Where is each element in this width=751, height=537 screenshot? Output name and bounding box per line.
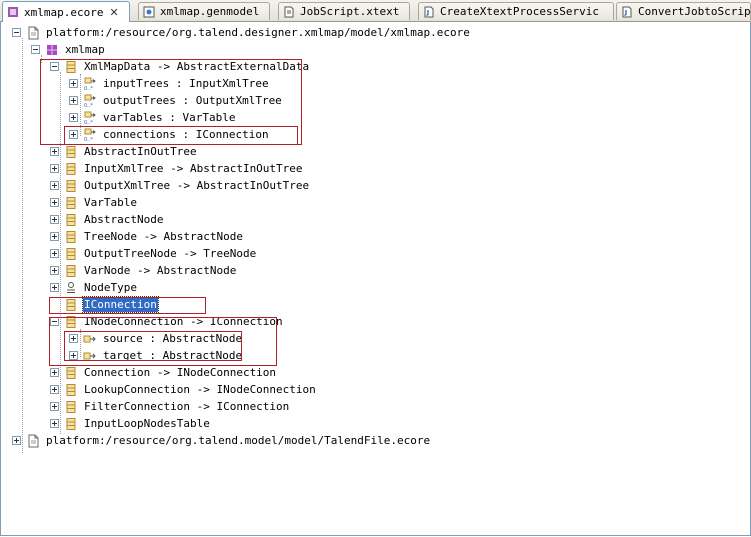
eclass-icon	[64, 417, 78, 431]
tree-item-label: AbstractNode	[84, 213, 164, 226]
close-icon[interactable]: ✕	[109, 6, 118, 19]
tree-guide-line	[22, 38, 23, 453]
tree-item-xmlmap[interactable]: xmlmap	[31, 41, 106, 58]
text-file-icon	[284, 6, 294, 17]
highlight-box	[49, 297, 206, 314]
eclass-icon	[64, 247, 78, 261]
expand-icon[interactable]	[50, 402, 59, 411]
tree-item-label: AbstractInOutTree	[84, 145, 197, 158]
eclass-icon	[64, 264, 78, 278]
tree-item-platform-resource-org-talend-model-model[interactable]: platform:/resource/org.talend.model/mode…	[12, 432, 431, 449]
eclass-icon	[64, 145, 78, 159]
tree-item-label: Connection -> INodeConnection	[84, 366, 277, 379]
collapse-icon[interactable]	[31, 45, 40, 54]
tree-item-label: InputLoopNodesTable	[84, 417, 210, 430]
eclass-icon	[64, 179, 78, 193]
collapse-icon[interactable]	[12, 28, 21, 37]
tree-item-treenode-abstractnode[interactable]: TreeNode -> AbstractNode	[50, 228, 244, 245]
tree-item-label: VarNode -> AbstractNode	[84, 264, 237, 277]
highlight-box	[64, 331, 242, 361]
tab-label: xmlmap.ecore	[24, 5, 104, 19]
tree-item-label: xmlmap	[65, 43, 105, 56]
tree-item-connection-inodeconnection[interactable]: Connection -> INodeConnection	[50, 364, 277, 381]
tree-item-label: NodeType	[84, 281, 137, 294]
expand-icon[interactable]	[50, 147, 59, 156]
expand-icon[interactable]	[50, 181, 59, 190]
expand-icon[interactable]	[50, 419, 59, 428]
eclass-icon	[64, 213, 78, 227]
expand-icon[interactable]	[50, 266, 59, 275]
expand-icon[interactable]	[50, 283, 59, 292]
expand-icon[interactable]	[50, 385, 59, 394]
editor-tab-bar: xmlmap.ecore ✕ xmlmap.genmodel JobScript…	[0, 0, 751, 22]
eclass-icon	[64, 162, 78, 176]
tree-item-label: OutputXmlTree -> AbstractInOutTree	[84, 179, 310, 192]
tree-item-lookupconnection-inodeconnection[interactable]: LookupConnection -> INodeConnection	[50, 381, 317, 398]
expand-icon[interactable]	[50, 164, 59, 173]
tab-xmlmap-genmodel[interactable]: xmlmap.genmodel	[138, 2, 270, 20]
genmodel-file-icon	[143, 6, 155, 17]
eclass-icon	[64, 230, 78, 244]
expand-icon[interactable]	[50, 198, 59, 207]
tab-convert-jobto-script[interactable]: ConvertJobtoScriptH	[616, 2, 751, 20]
tree-item-label: InputXmlTree -> AbstractInOutTree	[84, 162, 303, 175]
resource-file-icon	[26, 434, 40, 448]
tree-item-label: LookupConnection -> INodeConnection	[84, 383, 316, 396]
highlight-box	[64, 126, 298, 145]
tab-label: CreateXtextProcessServic	[440, 5, 599, 18]
tab-jobscript-xtext[interactable]: JobScript.xtext	[278, 2, 410, 20]
tree-item-platform-resource-org-talend-designer-xm[interactable]: platform:/resource/org.talend.designer.x…	[12, 24, 471, 41]
tree-item-outputtreenode-treenode[interactable]: OutputTreeNode -> TreeNode	[50, 245, 257, 262]
expand-icon[interactable]	[50, 249, 59, 258]
ecore-file-icon	[8, 7, 18, 17]
tree-item-nodetype[interactable]: NodeType	[50, 279, 138, 296]
tab-label: JobScript.xtext	[300, 5, 400, 18]
expand-icon[interactable]	[50, 215, 59, 224]
tree-item-inputloopnodestable[interactable]: InputLoopNodesTable	[50, 415, 211, 432]
tree-item-abstractnode[interactable]: AbstractNode	[50, 211, 164, 228]
tree-item-label: platform:/resource/org.talend.model/mode…	[46, 434, 431, 447]
eclass-icon	[64, 196, 78, 210]
java-file-icon	[622, 6, 632, 17]
expand-icon[interactable]	[50, 232, 59, 241]
tree-item-label: platform:/resource/org.talend.designer.x…	[46, 26, 470, 39]
resource-file-icon	[26, 26, 40, 40]
tree-item-varnode-abstractnode[interactable]: VarNode -> AbstractNode	[50, 262, 237, 279]
tab-xmlmap-ecore[interactable]: xmlmap.ecore ✕	[2, 1, 130, 22]
expand-icon[interactable]	[50, 368, 59, 377]
tree-item-label: OutputTreeNode -> TreeNode	[84, 247, 257, 260]
tab-create-xtext-process-servic[interactable]: CreateXtextProcessServic	[418, 2, 614, 20]
eclass-icon	[64, 366, 78, 380]
tree-item-vartable[interactable]: VarTable	[50, 194, 138, 211]
tab-label: ConvertJobtoScriptH	[638, 5, 751, 18]
tree-item-abstractinouttree[interactable]: AbstractInOutTree	[50, 143, 198, 160]
tree-item-inputxmltree-abstractinouttree[interactable]: InputXmlTree -> AbstractInOutTree	[50, 160, 304, 177]
tree-item-filterconnection-iconnection[interactable]: FilterConnection -> IConnection	[50, 398, 290, 415]
tree-item-outputxmltree-abstractinouttree[interactable]: OutputXmlTree -> AbstractInOutTree	[50, 177, 310, 194]
expand-icon[interactable]	[12, 436, 21, 445]
eenum-icon	[64, 281, 78, 295]
package-icon	[45, 43, 59, 57]
tree-item-label: VarTable	[84, 196, 137, 209]
eclass-icon	[64, 383, 78, 397]
eclass-icon	[64, 400, 78, 414]
java-file-icon	[424, 6, 434, 17]
tab-label: xmlmap.genmodel	[160, 5, 260, 18]
tree-item-label: TreeNode -> AbstractNode	[84, 230, 243, 243]
tree-item-label: FilterConnection -> IConnection	[84, 400, 290, 413]
